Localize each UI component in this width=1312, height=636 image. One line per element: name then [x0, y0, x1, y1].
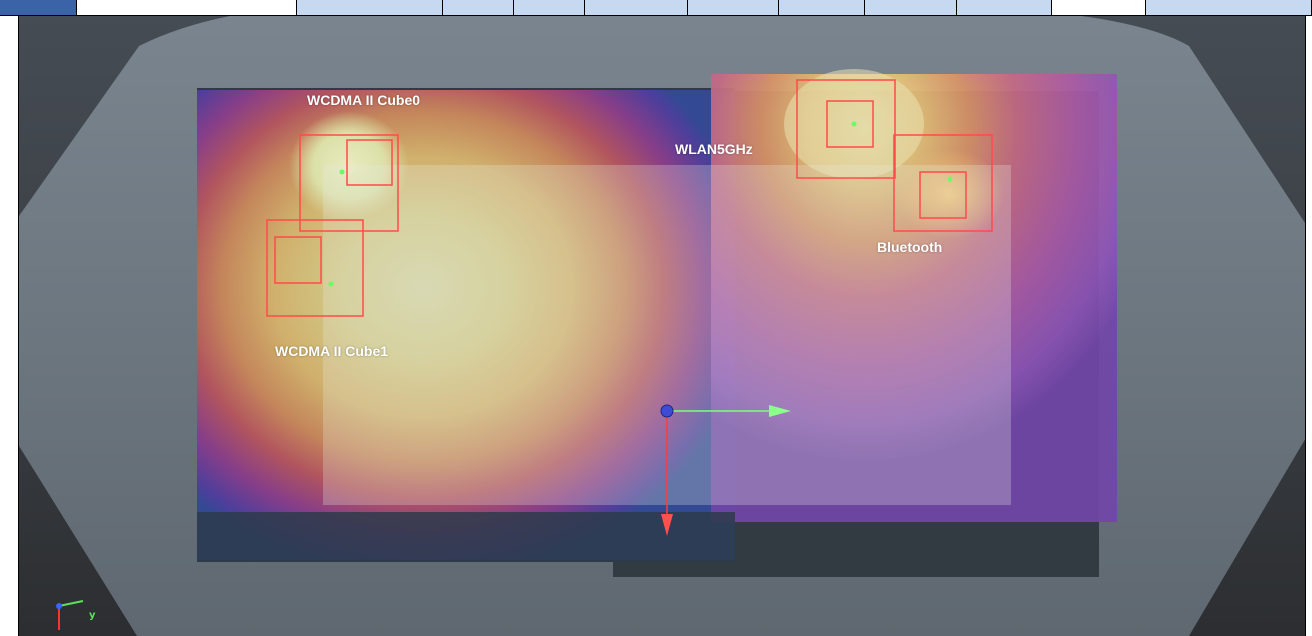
- label-wlan5ghz: WLAN5GHz: [675, 141, 753, 157]
- field-distribution-render: [19, 16, 1305, 636]
- port-cube1: [328, 281, 334, 287]
- tab-5[interactable]: [514, 0, 585, 15]
- tab-12[interactable]: [1146, 0, 1312, 15]
- label-wcdma-cube0: WCDMA II Cube0: [307, 92, 421, 108]
- tab-10[interactable]: [957, 0, 1052, 15]
- tab-3[interactable]: [297, 0, 443, 15]
- label-wcdma-cube1: WCDMA II Cube1: [275, 343, 389, 359]
- triad-z-icon: [56, 603, 62, 609]
- port-bluetooth: [947, 176, 953, 182]
- tab-4[interactable]: [443, 0, 514, 15]
- tab-1[interactable]: [0, 0, 77, 15]
- tab-7[interactable]: [688, 0, 779, 15]
- label-bluetooth: Bluetooth: [877, 239, 943, 255]
- port-cube0: [339, 169, 345, 175]
- triad-y-label: y: [89, 610, 96, 621]
- tab-6[interactable]: [585, 0, 688, 15]
- tab-8[interactable]: [779, 0, 865, 15]
- tab-2[interactable]: [77, 0, 297, 15]
- 3d-viewport[interactable]: WCDMA II Cube0 WCDMA II Cube1 WLAN5GHz B…: [18, 16, 1306, 636]
- port-wlan: [851, 121, 857, 127]
- simulation-window: WCDMA II Cube0 WCDMA II Cube1 WLAN5GHz B…: [0, 0, 1312, 636]
- gizmo-origin-icon[interactable]: [660, 404, 674, 418]
- tab-11[interactable]: [1052, 0, 1146, 15]
- tab-9[interactable]: [865, 0, 957, 15]
- tab-bar: [0, 0, 1312, 16]
- left-bottom-strip: [197, 512, 735, 562]
